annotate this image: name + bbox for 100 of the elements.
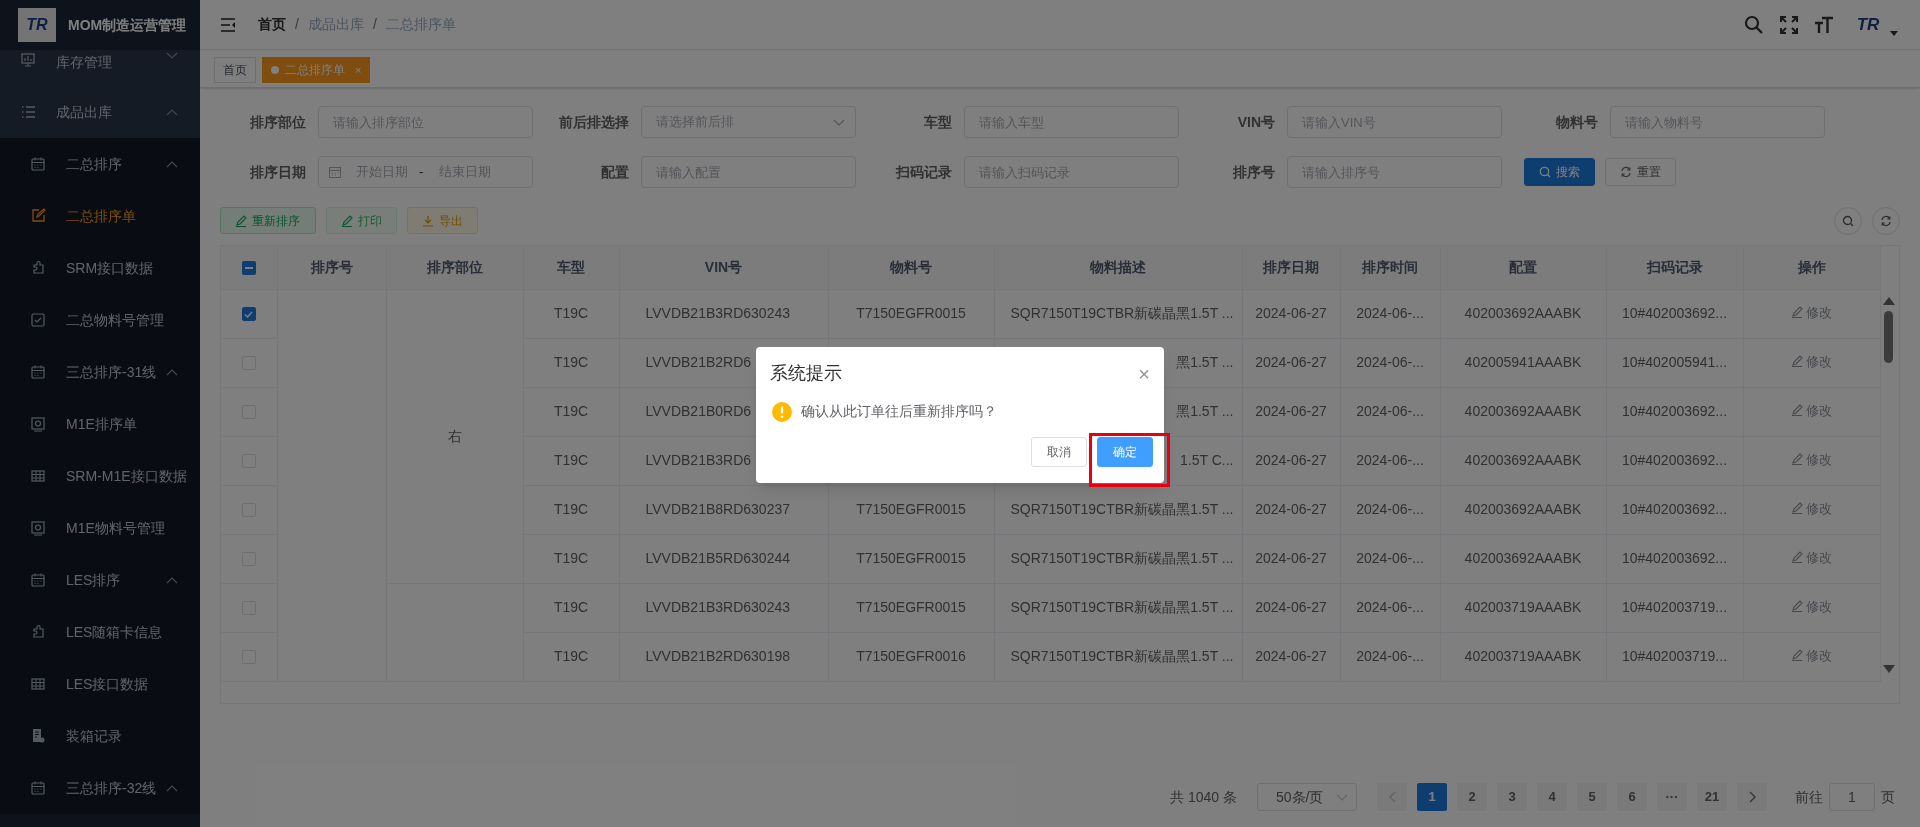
menu-item[interactable]: 成品出库 [0, 86, 200, 138]
download-icon [422, 214, 434, 227]
chevron-down-icon [1336, 793, 1348, 801]
breadcrumb-separator: / [372, 15, 377, 34]
fullscreen-icon [1780, 15, 1798, 34]
menu-item[interactable]: SRM接口数据 [0, 242, 200, 294]
previous-page-button[interactable] [1377, 783, 1407, 811]
edit-icon [1791, 551, 1803, 564]
page-button[interactable]: 3 [1497, 783, 1527, 811]
chevron-up-icon [166, 160, 178, 168]
row-checkbox[interactable] [241, 307, 256, 322]
edit-link[interactable]: 修改 [1791, 302, 1832, 323]
table-cell: 10#402003719... [1606, 583, 1743, 632]
column-header: 排序日期 [1242, 246, 1340, 289]
table-cell: 402003692AAABK [1440, 436, 1606, 485]
table-cell: 2024-06-27 [1242, 485, 1340, 534]
edit-link[interactable]: 修改 [1791, 351, 1832, 372]
scrollbar-thumb[interactable] [1884, 311, 1893, 363]
field-label: 排序号 [1232, 162, 1275, 182]
close-button[interactable]: × [1138, 363, 1150, 384]
edit-link[interactable]: 修改 [1791, 596, 1832, 617]
table-cell: 2024-06-27 [1242, 632, 1340, 681]
table-cell: 402003719AAABK [1440, 583, 1606, 632]
page-button[interactable]: 5 [1577, 783, 1607, 811]
field-label: VIN号 [1236, 112, 1275, 132]
menu-item[interactable]: 二总排序 [0, 138, 200, 190]
table-cell: 2024-06-... [1340, 534, 1440, 583]
text-size-icon [1814, 14, 1834, 35]
caret-down-icon [1890, 30, 1898, 36]
scroll-down-icon[interactable] [1882, 665, 1895, 673]
table-cell: 2024-06-... [1340, 436, 1440, 485]
column-header: 车型 [523, 246, 619, 289]
menu-item[interactable]: 三总排序-32线 [0, 762, 200, 814]
table-cell: SQR7150T19CTBR新碳晶黑1.5T ... [994, 485, 1242, 534]
gear-screen-icon [30, 520, 46, 536]
page-input[interactable]: 1 [1829, 783, 1875, 811]
edit-icon [30, 208, 46, 224]
select-value: 50条/页 [1276, 787, 1324, 807]
page-button[interactable]: 6 [1617, 783, 1647, 811]
puzzle-icon [30, 260, 46, 276]
cancel-button[interactable]: 取消 [1031, 437, 1087, 467]
edit-icon [1791, 355, 1803, 368]
calendar-icon [30, 156, 46, 172]
edit-icon [1791, 306, 1803, 319]
document-icon [30, 728, 46, 744]
table-cell: 10#402003692... [1606, 485, 1743, 534]
resort-button[interactable]: 重新排序 [220, 207, 316, 234]
table-cell: SQR7150T19CTBR新碳晶黑1.5T ... [994, 583, 1242, 632]
edit-link[interactable]: 修改 [1791, 498, 1832, 519]
table-cell: LVVDB21B5RD630244 [619, 534, 828, 583]
edit-link[interactable]: 修改 [1791, 645, 1832, 666]
column-header: 排序号 [277, 246, 386, 289]
table-cell: 10#402003692... [1606, 289, 1743, 338]
scroll-up-icon[interactable] [1882, 297, 1895, 305]
menu-item[interactable]: M1E排序单 [0, 398, 200, 450]
page-button[interactable]: 4 [1537, 783, 1567, 811]
reset-button[interactable]: 重置 [1605, 158, 1676, 186]
checkbox-icon [30, 312, 46, 328]
field-label: 排序日期 [249, 162, 306, 182]
table-cell: 2024-06-27 [1242, 583, 1340, 632]
menu-item[interactable]: 装箱记录 [0, 710, 200, 762]
table-cell: T7150EGFR0015 [828, 534, 994, 583]
menu-item[interactable]: 二总排序单 [0, 190, 200, 242]
breadcrumb-link[interactable]: 首页 [258, 14, 286, 35]
refresh-icon [1620, 166, 1632, 178]
menu-item[interactable]: SRM-M1E接口数据 [0, 450, 200, 502]
page-button[interactable]: 2 [1457, 783, 1487, 811]
avatar-logo[interactable]: TR [1850, 9, 1886, 40]
menu-item[interactable]: M1E物料号管理 [0, 502, 200, 554]
next-page-button[interactable] [1737, 783, 1767, 811]
table-cell: 2024-06-27 [1242, 534, 1340, 583]
tab[interactable]: 首页 [214, 57, 256, 83]
export-button[interactable]: 导出 [407, 207, 478, 234]
select-all-checkbox[interactable] [241, 261, 256, 276]
field-label: 物料号 [1554, 112, 1598, 132]
menu-item[interactable]: LES随箱卡信息 [0, 606, 200, 658]
total-count: 共 1040 条 [1170, 787, 1237, 807]
menu-item[interactable]: 三总排序-31线 [0, 346, 200, 398]
table-cell: 402003692AAABK [1440, 534, 1606, 583]
menu-item[interactable]: 二总物料号管理 [0, 294, 200, 346]
page-size-select[interactable]: 50条/页 [1257, 783, 1357, 811]
edit-link[interactable]: 修改 [1791, 449, 1832, 470]
field-label: 配置 [600, 162, 629, 182]
table-cell: T7150EGFR0015 [828, 289, 994, 338]
confirm-button[interactable]: 确定 [1097, 437, 1153, 467]
range-separator: - [419, 163, 424, 182]
menu-item[interactable]: LES排序 [0, 554, 200, 606]
page-button[interactable]: 21 [1697, 783, 1727, 811]
edit-link[interactable]: 修改 [1791, 547, 1832, 568]
menu-item[interactable]: 库存管理 [0, 50, 200, 86]
edit-icon [1791, 649, 1803, 662]
search-button[interactable]: 搜索 [1524, 158, 1595, 186]
chevron-left-icon [1388, 791, 1396, 803]
calendar-icon [30, 572, 46, 588]
menu-item[interactable]: LES接口数据 [0, 658, 200, 710]
tab[interactable]: 二总排序单 × [262, 57, 371, 83]
page-button[interactable]: 1 [1417, 783, 1447, 811]
edit-link[interactable]: 修改 [1791, 400, 1832, 421]
tab-close[interactable]: × [355, 61, 362, 79]
page-button[interactable]: ··· [1657, 783, 1687, 811]
